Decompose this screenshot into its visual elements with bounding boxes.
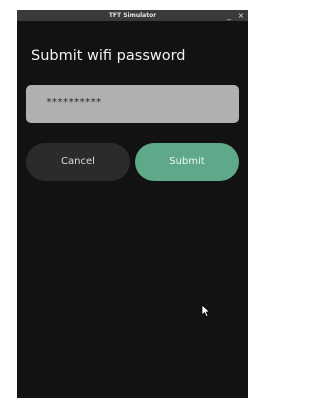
page-title: Submit wifi password (31, 48, 186, 64)
window-title: TFT Simulator (108, 12, 157, 19)
cancel-button[interactable]: Cancel (26, 143, 130, 181)
close-button[interactable]: × (236, 10, 246, 21)
password-input[interactable]: ********** (26, 85, 239, 123)
submit-button[interactable]: Submit (135, 143, 239, 181)
simulator-window: TFT Simulator _ × Submit wifi password *… (17, 10, 248, 398)
minimize-button[interactable]: _ (224, 10, 234, 21)
mouse-pointer-icon (201, 304, 211, 318)
password-value: ********** (46, 97, 102, 108)
window-titlebar[interactable]: TFT Simulator _ × (17, 10, 248, 21)
app-screen: Submit wifi password ********** Cancel S… (17, 21, 248, 398)
